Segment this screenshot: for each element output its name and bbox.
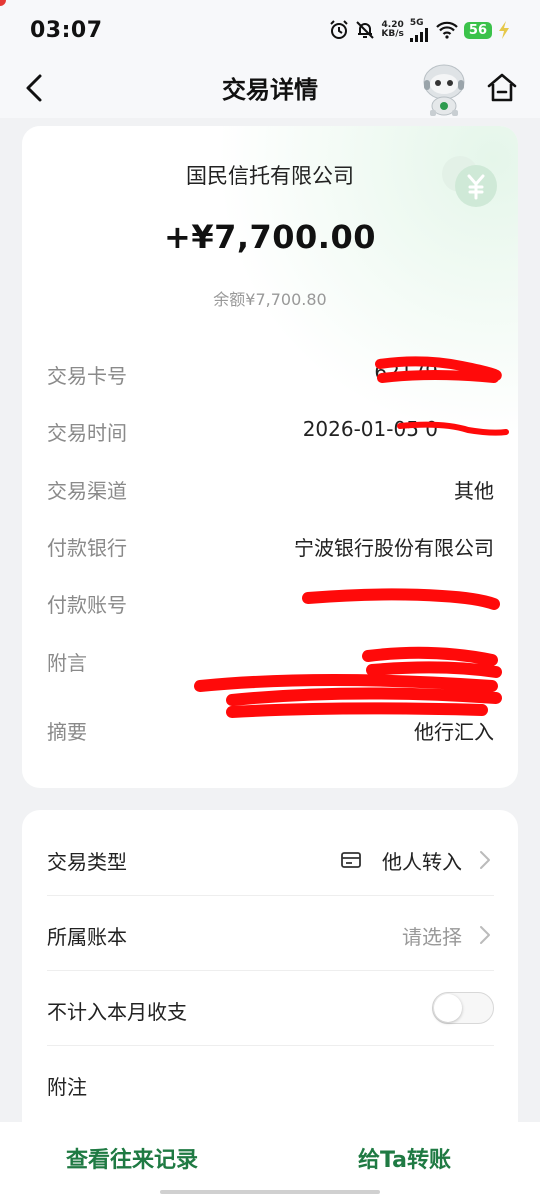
net-speed-unit: KB/s (381, 29, 404, 39)
chevron-right-icon (480, 851, 490, 869)
chevron-right-icon (480, 926, 490, 944)
payer-bank-label: 付款银行 (47, 536, 127, 560)
channel-label: 交易渠道 (47, 479, 127, 503)
notification-dot (0, 0, 6, 6)
payer-bank-value: 宁波银行股份有限公司 (294, 536, 494, 560)
home-button[interactable] (484, 70, 520, 106)
summary-label: 摘要 (47, 720, 87, 744)
exclude-monthly-row: 不计入本月收支 (47, 972, 494, 1046)
remark-label: 附言 (47, 651, 87, 675)
summary-value: 他行汇入 (414, 720, 494, 744)
note-label: 附注 (47, 1075, 87, 1099)
payer-account-label: 付款账号 (47, 593, 127, 617)
home-indicator[interactable] (160, 1190, 380, 1194)
exclude-monthly-toggle[interactable] (432, 992, 494, 1024)
alarm-icon (330, 20, 349, 39)
cellular-signal: 5G (409, 17, 430, 42)
nav-bar: 交易详情 (0, 60, 540, 118)
transfer-card-icon (341, 852, 361, 868)
account-book-row[interactable]: 所属账本 请选择 (47, 897, 494, 971)
view-history-button[interactable]: 查看往来记录 (66, 1142, 198, 1174)
account-book-value: 请选择 (402, 925, 462, 949)
card-number-value: 62179 (374, 360, 438, 384)
account-balance: 余额¥7,700.80 (213, 290, 327, 309)
signal-icon (409, 27, 428, 42)
wifi-icon (436, 21, 458, 39)
transaction-type-value: 他人转入 (382, 850, 462, 874)
mute-bell-icon (356, 21, 375, 39)
status-icons: 4.20 KB/s 5G 56 (329, 17, 510, 42)
card-number-label: 交易卡号 (47, 364, 127, 388)
net-speed: 4.20 KB/s (381, 21, 403, 39)
status-time: 03:07 (30, 17, 103, 43)
status-bar: 03:07 4.20 KB/s 5G 56 (0, 0, 540, 60)
transaction-type-row[interactable]: 交易类型 他人转入 (47, 822, 494, 896)
bottom-action-bar: 查看往来记录 给Ta转账 (0, 1122, 540, 1196)
exclude-monthly-label: 不计入本月收支 (47, 1000, 187, 1024)
counterparty-name: 国民信托有限公司 (186, 164, 354, 188)
transaction-settings-card: 交易类型 他人转入 所属账本 请选择 不计入本月收支 附注 (22, 810, 518, 1140)
transaction-type-label: 交易类型 (47, 850, 127, 874)
account-book-label: 所属账本 (47, 925, 127, 949)
transfer-button[interactable]: 给Ta转账 (358, 1142, 451, 1174)
assistant-robot-icon[interactable] (418, 60, 470, 116)
note-row[interactable]: 附注 (47, 1047, 494, 1121)
battery-indicator: 56 (463, 21, 492, 39)
channel-value: 其他 (454, 479, 494, 503)
charging-icon (499, 21, 509, 39)
transaction-time-value: 2026-01-05 0 (302, 417, 438, 441)
transaction-detail-card: 国民信托有限公司 +¥7,700.00 余额¥7,700.80 交易卡号 621… (22, 126, 518, 788)
transaction-amount: +¥7,700.00 (164, 218, 376, 256)
toggle-knob (434, 994, 462, 1022)
transaction-time-label: 交易时间 (47, 421, 127, 445)
network-type: 5G (409, 17, 424, 28)
